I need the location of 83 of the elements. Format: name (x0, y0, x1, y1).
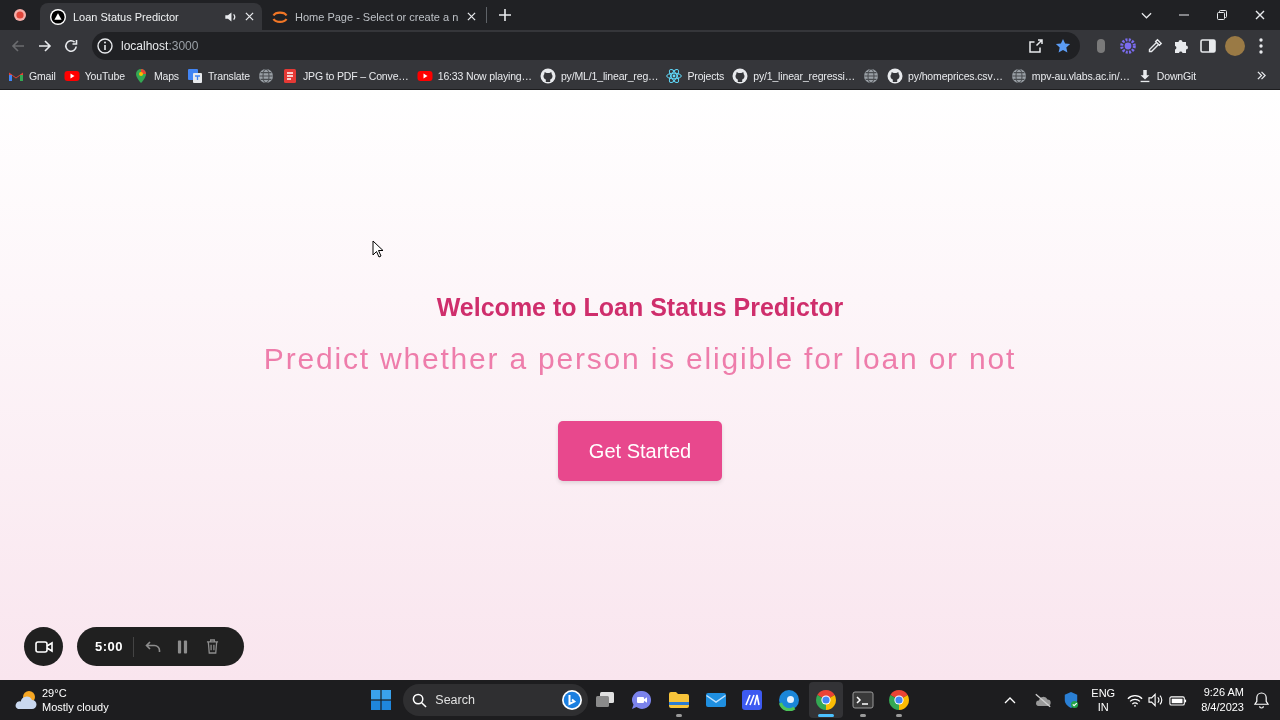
cloud-sun-icon[interactable] (13, 689, 39, 711)
gear-icon[interactable] (1120, 38, 1136, 54)
globe-icon (258, 67, 274, 84)
info-icon[interactable] (97, 38, 113, 54)
search-icon (412, 692, 428, 708)
bookmark-link[interactable]: 16:33 Now playing… (412, 63, 536, 88)
pointer-cursor-icon (372, 240, 384, 258)
clock-time[interactable]: 9:26 AM (1203, 685, 1244, 700)
timer-text: 5:00 (95, 639, 124, 654)
reload-icon[interactable] (64, 39, 78, 53)
globe-icon (863, 67, 880, 84)
share-icon[interactable] (1028, 38, 1044, 54)
cloud-off-icon[interactable] (1034, 692, 1053, 708)
double-chevron-icon[interactable] (1257, 71, 1266, 80)
get-started-button[interactable]: Get Started (558, 421, 722, 481)
weather-temperature: 29°C (42, 686, 68, 700)
chevron-up-icon[interactable] (1004, 696, 1017, 704)
restore-icon[interactable] (1217, 10, 1227, 20)
star-icon[interactable] (1055, 38, 1071, 54)
trash-icon[interactable] (206, 639, 220, 654)
volume-icon[interactable] (1148, 693, 1165, 707)
video-camera-icon (34, 639, 53, 654)
puzzle-icon[interactable] (1173, 38, 1190, 54)
page-subheading: Predict whether a person is eligible for loan or not (263, 341, 1017, 377)
atom-icon (666, 67, 683, 84)
cat-logo-icon (887, 67, 904, 84)
battery-icon[interactable] (1169, 694, 1188, 706)
bookmark-link[interactable]: py/ML/1_linear_reg… (535, 63, 663, 88)
language-text[interactable]: ENG (1091, 686, 1116, 700)
pause-icon[interactable] (177, 639, 189, 654)
globe-icon (1010, 67, 1027, 84)
clock-date[interactable]: 8/4/2023 (1201, 700, 1244, 715)
triangle-logo-icon (50, 8, 66, 25)
bell-icon[interactable] (1254, 691, 1269, 709)
bookmark-link[interactable]: py/homeprices.csv… (883, 63, 1007, 88)
bookmark-link[interactable]: Translate (182, 63, 254, 88)
side-panel-icon[interactable] (1199, 39, 1216, 53)
taskbar-button[interactable] (808, 682, 843, 718)
address-bar[interactable]: localhost:3000 (92, 32, 1080, 60)
page-heading: Welcome to Loan Status Predictor (436, 292, 844, 322)
cat-logo-icon (539, 67, 556, 84)
bookmark-link[interactable]: mpv-au.vlabs.ac.in/… (1006, 63, 1134, 88)
close-icon[interactable] (467, 12, 476, 21)
envelope-icon (704, 691, 727, 709)
pdf-file-icon (282, 67, 298, 84)
more-menu-icon[interactable] (1259, 38, 1264, 54)
browser-tab[interactable]: Home Page - Select or create a n (262, 3, 484, 30)
avatar-icon[interactable] (1224, 36, 1245, 56)
eyedropper-icon[interactable] (1146, 38, 1163, 54)
plus-icon[interactable] (499, 9, 511, 21)
logo-badge-icon[interactable] (562, 690, 583, 710)
folder-icon (667, 691, 690, 709)
search-field[interactable]: Search (403, 684, 589, 716)
forward-arrow-icon[interactable] (38, 39, 52, 53)
region-text[interactable]: IN (1097, 700, 1109, 714)
capsule-icon[interactable] (1096, 38, 1107, 54)
bookmark-link[interactable]: DownGit (1133, 63, 1201, 88)
browser-logo-icon (814, 689, 837, 711)
translate-icon (186, 67, 203, 84)
start-menu-icon[interactable] (370, 690, 391, 710)
swirl-logo-icon (778, 689, 801, 711)
undo-icon[interactable] (145, 640, 162, 653)
bookmark-link[interactable]: Gmail (4, 63, 60, 88)
task-view-icon (595, 691, 616, 709)
bookmark-link[interactable]: Projects (662, 63, 729, 88)
terminal-icon (851, 691, 874, 709)
close-icon[interactable] (245, 12, 254, 21)
record-dot-icon[interactable] (14, 9, 26, 21)
chevron-down-icon[interactable] (1140, 11, 1152, 19)
browser-logo-icon (888, 689, 911, 711)
bookmark-link[interactable]: Maps (128, 63, 183, 88)
cat-logo-icon (732, 67, 749, 84)
bookmark-link[interactable]: YouTube (59, 63, 129, 88)
bookmark-link[interactable]: py/1_linear_regressi… (728, 63, 860, 88)
shield-icon[interactable] (1063, 691, 1080, 709)
browser-tab[interactable]: Loan Status Predictor (40, 3, 262, 30)
wifi-icon[interactable] (1127, 693, 1144, 707)
address-text: localhost:3000 (121, 39, 199, 53)
close-icon[interactable] (1255, 10, 1265, 20)
video-chat-icon (630, 690, 653, 710)
app-tile-icon (742, 690, 763, 710)
bookmark-link[interactable]: JPG to PDF – Conve… (278, 63, 413, 88)
weather-condition: Mostly cloudy (42, 700, 109, 714)
